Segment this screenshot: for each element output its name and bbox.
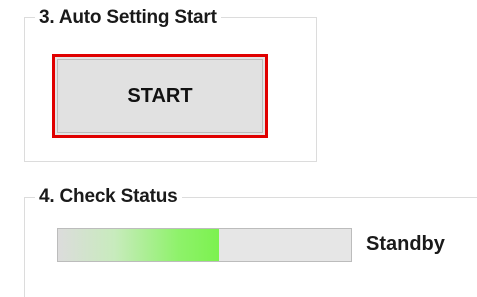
status-text: Standby — [366, 233, 445, 255]
status-progress-bar — [57, 228, 352, 262]
check-status-legend: 4. Check Status — [35, 186, 182, 208]
start-button[interactable]: START — [52, 54, 268, 138]
auto-setting-legend: 3. Auto Setting Start — [35, 7, 221, 29]
status-progress-fill — [58, 229, 220, 261]
start-button-label: START — [127, 84, 193, 107]
